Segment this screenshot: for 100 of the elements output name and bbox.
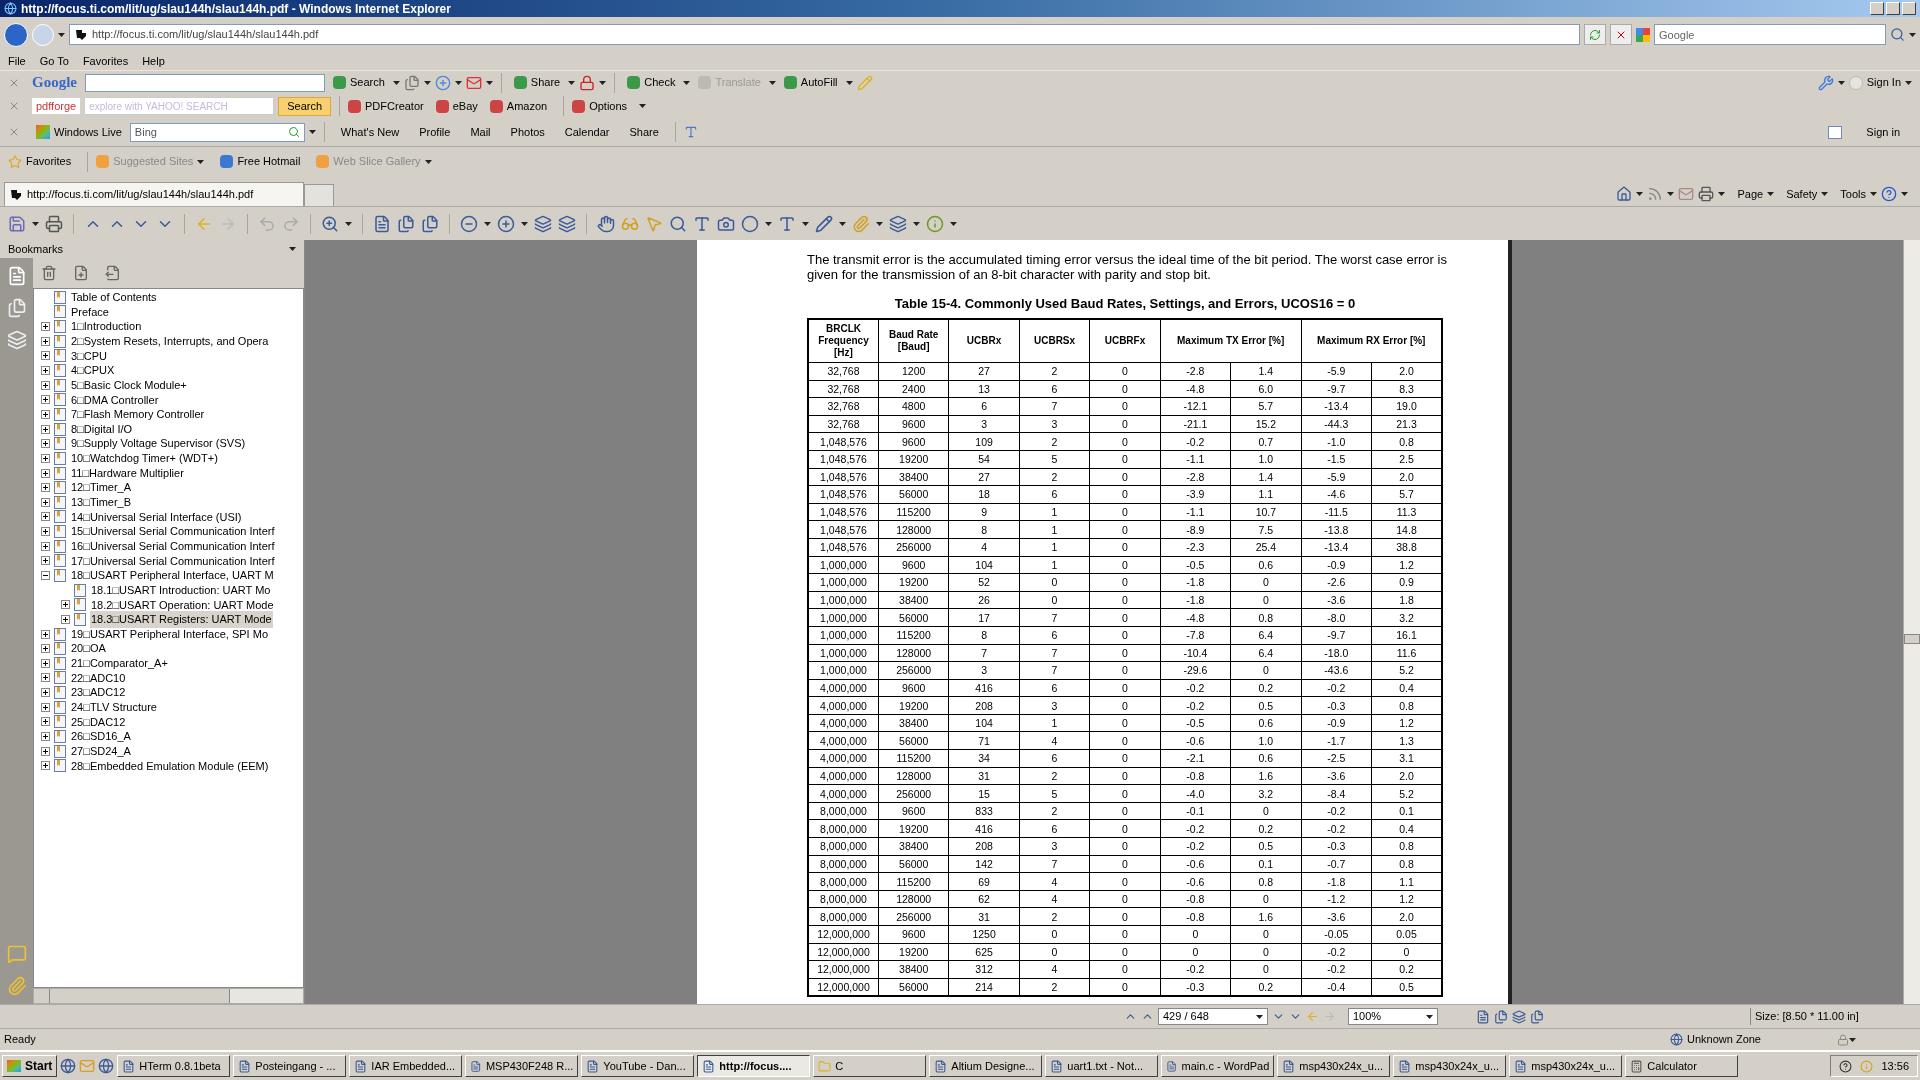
help-icon[interactable]	[1839, 1059, 1853, 1073]
save-icon[interactable]	[8, 214, 26, 233]
dropdown-caret-icon[interactable]	[521, 221, 528, 226]
toolbar-link[interactable]: Share	[629, 123, 659, 141]
taskbar-button[interactable]: main.c - WordPad	[1161, 1055, 1275, 1077]
tree-expander-icon[interactable]	[40, 439, 50, 449]
tree-expander-icon[interactable]	[40, 497, 50, 507]
tree-expander-icon[interactable]	[40, 571, 50, 580]
dropdown-caret-icon[interactable]	[1718, 192, 1726, 196]
bookmark-item[interactable]: 23□ADC12	[70, 684, 127, 701]
minimize-button[interactable]	[1870, 2, 1884, 15]
globe-icon[interactable]	[1670, 1033, 1683, 1046]
dropdown-caret-icon[interactable]	[1849, 1037, 1856, 1042]
tree-expander-icon[interactable]	[40, 732, 50, 742]
bookmark-item[interactable]: 16□Universal Serial Communication Interf	[70, 537, 276, 555]
toolbar-link[interactable]: What's New	[340, 123, 400, 141]
bookmark-item[interactable]: 20□OA	[70, 640, 107, 657]
tree-expander-icon[interactable]	[40, 556, 50, 566]
back-button[interactable]	[4, 22, 28, 47]
bookmark-item[interactable]: 11□Hardware Multiplier	[70, 464, 185, 482]
text-select-icon[interactable]	[693, 214, 711, 233]
taskbar-button[interactable]: msp430x24x_u...	[1393, 1055, 1507, 1077]
dropdown-caret-icon[interactable]	[1837, 80, 1845, 85]
tree-expander-icon[interactable]	[40, 658, 50, 668]
hand-icon[interactable]	[597, 214, 615, 233]
close-button[interactable]	[1902, 2, 1916, 15]
tree-expander-icon[interactable]	[40, 717, 50, 727]
dropdown-caret-icon[interactable]	[599, 80, 607, 85]
print-icon[interactable]	[45, 214, 63, 233]
bookmark-item[interactable]: 12□Timer_A	[70, 479, 133, 496]
help-icon[interactable]	[1881, 186, 1897, 202]
dropdown-caret-icon[interactable]	[839, 221, 846, 226]
bookmark-item[interactable]: 27□SD24_A	[70, 742, 132, 760]
search-icon[interactable]	[1890, 27, 1905, 42]
tree-expander-icon[interactable]	[40, 409, 50, 419]
bookmark-item[interactable]: 18.2□USART Operation: UART Mode	[90, 596, 275, 614]
menu-item[interactable]: File	[8, 52, 26, 70]
sign-in-link[interactable]: Sign in	[1866, 123, 1900, 141]
search-icon[interactable]	[287, 126, 300, 138]
toolbar-button[interactable]: Check	[623, 74, 680, 91]
toolbar-link[interactable]: Photos	[510, 123, 545, 141]
dropdown-caret-icon[interactable]	[1636, 192, 1644, 196]
tree-expander-icon[interactable]	[40, 483, 50, 493]
bookmark-item[interactable]: 22□ADC10	[70, 669, 127, 687]
browser-icon[interactable]	[60, 1058, 77, 1074]
dropdown-caret-icon[interactable]	[1905, 80, 1912, 85]
bookmark-item[interactable]: 18.3□USART Registers: UART Mode	[90, 611, 273, 628]
dropdown-caret-icon[interactable]	[1256, 1014, 1263, 1019]
taskbar-button[interactable]: Altium Designe...	[929, 1055, 1043, 1077]
dropdown-caret-icon[interactable]	[58, 32, 65, 37]
toolbar-link[interactable]: Profile	[419, 123, 451, 141]
dropdown-caret-icon[interactable]	[802, 221, 809, 226]
bookmark-item[interactable]: 7□Flash Memory Controller	[70, 406, 206, 423]
taskbar-button[interactable]: HTerm 0.8.1beta	[117, 1055, 231, 1077]
dropdown-caret-icon[interactable]	[423, 80, 431, 85]
tree-expander-icon[interactable]	[40, 541, 50, 551]
dropdown-caret-icon[interactable]	[876, 221, 883, 226]
dropdown-caret-icon[interactable]	[197, 159, 205, 164]
dropdown-caret-icon[interactable]	[289, 247, 296, 251]
taskbar-button[interactable]: YouTube - Dan...	[581, 1055, 695, 1077]
zoom-in-icon[interactable]	[321, 214, 339, 233]
note-icon[interactable]	[815, 214, 833, 233]
dropdown-caret-icon[interactable]	[1426, 1014, 1433, 1019]
bookmark-item[interactable]: 2□System Resets, Interrupts, and Opera	[70, 333, 270, 350]
taskbar-button[interactable]: MSP430F248 R...	[465, 1055, 579, 1077]
tree-expander-icon[interactable]	[40, 322, 50, 332]
bookmark-item[interactable]: 18□USART Peripheral Interface, UART M	[70, 567, 275, 584]
home-icon[interactable]	[1616, 186, 1633, 202]
toolbar-link[interactable]: Mail	[470, 123, 491, 141]
bookmark-item[interactable]: 26□SD16_A	[70, 728, 132, 745]
bookmark-item[interactable]: 9□Supply Voltage Supervisor (SVS)	[70, 435, 247, 452]
dropdown-caret-icon[interactable]	[683, 80, 691, 85]
google-search-field[interactable]	[85, 73, 325, 92]
dropdown-caret-icon[interactable]	[1909, 32, 1916, 37]
zoom-out-icon[interactable]	[460, 214, 478, 233]
tree-expander-icon[interactable]	[40, 395, 50, 405]
tree-expander-icon[interactable]	[40, 453, 50, 463]
bookmark-item[interactable]: 6□DMA Controller	[70, 391, 160, 409]
bookmark-item[interactable]: 15□Universal Serial Communication Interf	[70, 523, 276, 540]
command-menu[interactable]: Tools	[1840, 185, 1866, 203]
bookmark-item[interactable]: 13□Timer_B	[70, 494, 133, 511]
bookmark-item[interactable]: 24□TLV Structure	[70, 699, 158, 716]
print-icon[interactable]	[1698, 186, 1715, 202]
dropdown-caret-icon[interactable]	[454, 80, 462, 85]
toolbar-link[interactable]: Calendar	[564, 123, 610, 141]
restore-button[interactable]	[1886, 2, 1900, 15]
zoom-in-icon[interactable]	[497, 214, 515, 233]
dropdown-caret-icon[interactable]	[913, 221, 920, 226]
toolbar-button[interactable]: Search	[329, 74, 389, 91]
dropdown-caret-icon[interactable]	[1821, 192, 1829, 196]
browser-icon[interactable]	[98, 1058, 115, 1074]
bookmark-item[interactable]: 5□Basic Clock Module+	[70, 376, 188, 394]
toolbar-link[interactable]: Amazon	[506, 97, 548, 115]
tree-expander-icon[interactable]	[40, 380, 50, 390]
sign-in-button[interactable]: Sign In	[1866, 74, 1901, 91]
toolbar-link[interactable]: PDFCreator	[365, 97, 424, 115]
dropdown-caret-icon[interactable]	[484, 221, 491, 226]
tree-expander-icon[interactable]	[40, 688, 50, 698]
bookmark-item[interactable]: 25□DAC12	[70, 713, 127, 731]
bookmark-item[interactable]: 17□Universal Serial Communication Interf	[70, 552, 276, 570]
